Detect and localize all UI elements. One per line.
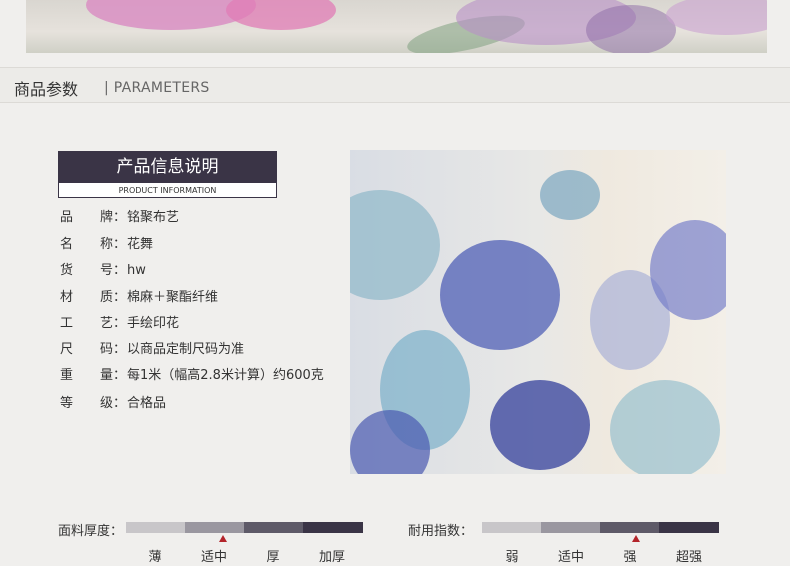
label-char: 量： [100,368,127,383]
thickness-level-label: 适中 [200,550,227,565]
flower-shape [490,380,590,470]
spec-row-grade: 等 级： 合格品 [60,394,360,414]
label-char: 等 [60,396,74,411]
section-subtitle: | PARAMETERS [104,80,210,96]
thickness-label: 面料厚度： [58,524,124,539]
durability-level-label: 强 [623,550,637,565]
curtain-product-photo [350,150,726,474]
spec-value: 合格品 [127,396,167,411]
durability-level-label: 超强 [675,550,702,565]
spec-row-size: 尺 码： 以商品定制尺码为准 [60,340,360,360]
spec-value: 以商品定制尺码为准 [127,342,245,357]
label-char: 名 [60,237,74,252]
spec-row-weight: 重 量： 每1米（幅高2.8米计算）约600克 [60,366,360,386]
spec-row-brand: 品 牌： 铭聚布艺 [60,208,360,228]
label-char: 号： [100,263,127,278]
top-fabric-image [26,0,767,53]
info-title: 产品信息说明 [59,152,276,183]
durability-level-label: 弱 [505,550,519,565]
label-char: 材 [60,290,74,305]
durability-level-label: 适中 [557,550,584,565]
thickness-level-label: 厚 [266,550,280,565]
durability-bar-segment [659,522,719,533]
label-char: 品 [60,210,74,225]
spec-value: 铭聚布艺 [127,210,180,225]
thickness-level-label: 加厚 [318,550,345,565]
spec-value: hw [127,263,146,278]
section-header: 商品参数 | PARAMETERS [0,67,790,103]
label-char: 尺 [60,342,74,357]
label-char: 码： [100,342,127,357]
durability-selected-marker [632,535,640,542]
flower-shape [440,240,560,350]
spec-value: 花舞 [127,237,154,252]
info-title-box: 产品信息说明 PRODUCT INFORMATION [58,151,277,198]
label-char: 级： [100,396,127,411]
spec-value: 棉麻＋聚酯纤维 [127,290,219,305]
thickness-selected-marker [219,535,227,542]
label-char: 工 [60,316,74,331]
label-char: 货 [60,263,74,278]
thickness-bar-segment [244,522,303,533]
spec-row-name: 名 称： 花舞 [60,235,360,255]
thickness-level-label: 薄 [148,550,162,565]
durability-label: 耐用指数： [408,524,474,539]
durability-bar-segment [482,522,541,533]
durability-bar-segment [600,522,659,533]
petal-shape [226,0,336,30]
flower-shape [540,170,600,220]
flower-shape [350,190,440,300]
leaf-shape [610,380,720,474]
spec-row-craft: 工 艺： 手绘印花 [60,314,360,334]
label-char: 质： [100,290,127,305]
section-title: 商品参数 [14,80,79,99]
thickness-bar-segment [303,522,363,533]
label-char: 牌： [100,210,127,225]
thickness-bar-segment [126,522,185,533]
petal-shape [586,5,676,53]
label-char: 称： [100,237,127,252]
label-char: 重 [60,368,74,383]
durability-bar-segment [541,522,600,533]
spec-value: 手绘印花 [127,316,180,331]
spec-row-material: 材 质： 棉麻＋聚酯纤维 [60,288,360,308]
spec-row-sku: 货 号： hw [60,261,360,281]
thickness-bar-segment [185,522,244,533]
product-detail-page: 商品参数 | PARAMETERS 产品信息说明 PRODUCT INFORMA… [0,0,790,566]
info-subtitle: PRODUCT INFORMATION [118,186,217,195]
label-char: 艺： [100,316,127,331]
spec-value: 每1米（幅高2.8米计算）约600克 [127,368,324,383]
petal-shape [666,0,767,35]
